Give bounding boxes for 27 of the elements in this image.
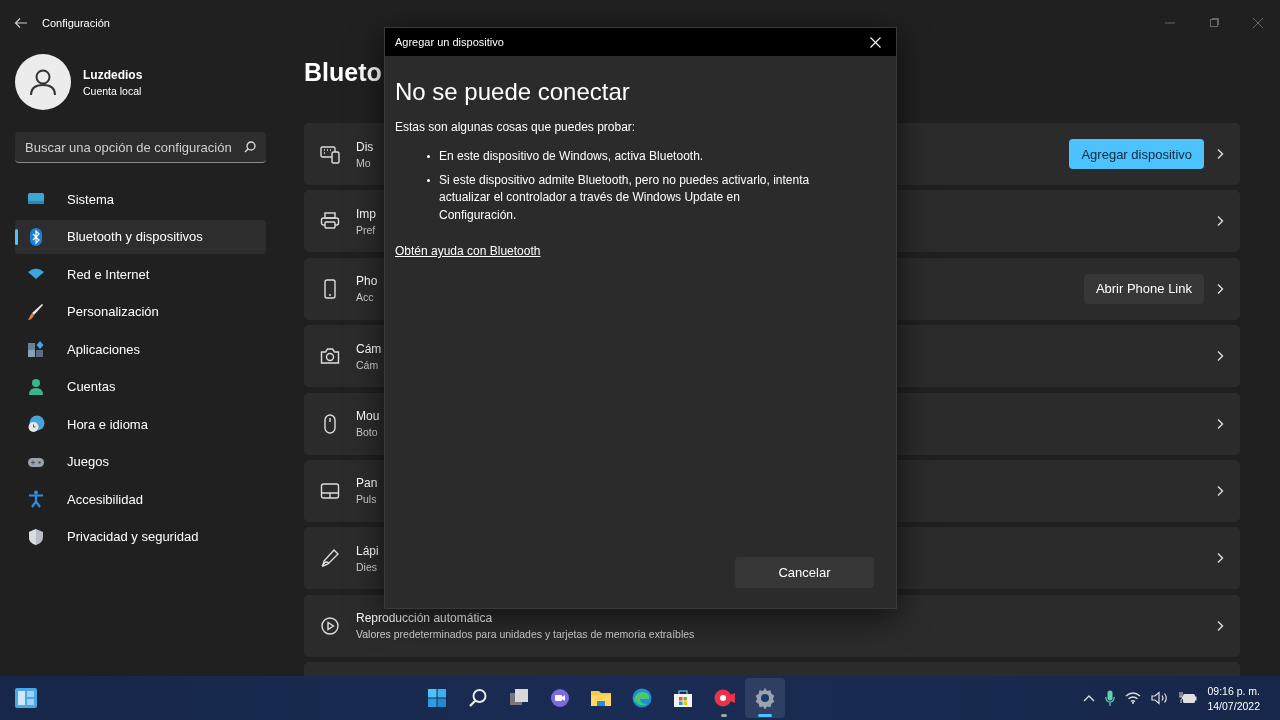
card-title: Pho (356, 274, 378, 289)
card-title: Mou (356, 409, 380, 424)
account-type: Cuenta local (83, 84, 143, 97)
clock-time: 09:16 p. m. (1207, 684, 1260, 697)
card-subtitle: Valores predeterminados para unidades y tarjetas de memoria extraíbles (356, 628, 695, 641)
dialog-title: Agregar un dispositivo (395, 36, 504, 48)
card-title: Cám (356, 341, 382, 356)
card-title: Pan (356, 476, 378, 491)
clock-date: 14/07/2022 (1207, 699, 1260, 712)
card-subtitle: Boto (356, 426, 378, 439)
bullet-item: En este dispositivo de Windows, activa Bluetooth. (439, 148, 705, 165)
card-title: Dis (356, 139, 374, 154)
card-subtitle: Pref (356, 223, 376, 236)
card-title: Reproducción automática (356, 611, 493, 626)
card-subtitle: Mo (356, 156, 371, 169)
page-title: Blueto (304, 57, 382, 88)
card-subtitle: Dies (356, 560, 377, 573)
card-subtitle: Puls (356, 493, 377, 506)
card-title: Lápi (356, 543, 379, 558)
card-subtitle: Cám (356, 358, 379, 371)
dialog-text: Estas son algunas cosas que puedes probar: (395, 120, 637, 134)
user-name: Luzdedios (83, 67, 143, 82)
window-title: Configuración (42, 17, 110, 29)
card-title: Imp (356, 206, 376, 221)
card-subtitle: Acc (356, 291, 374, 304)
dialog-heading: No se puede conectar (395, 78, 631, 106)
bullet-item: Si este dispositivo admite Bluetooth, pero no puedes activarlo, intenta actualizar el controlador a través de Windows Update en Configuración. (439, 171, 811, 224)
